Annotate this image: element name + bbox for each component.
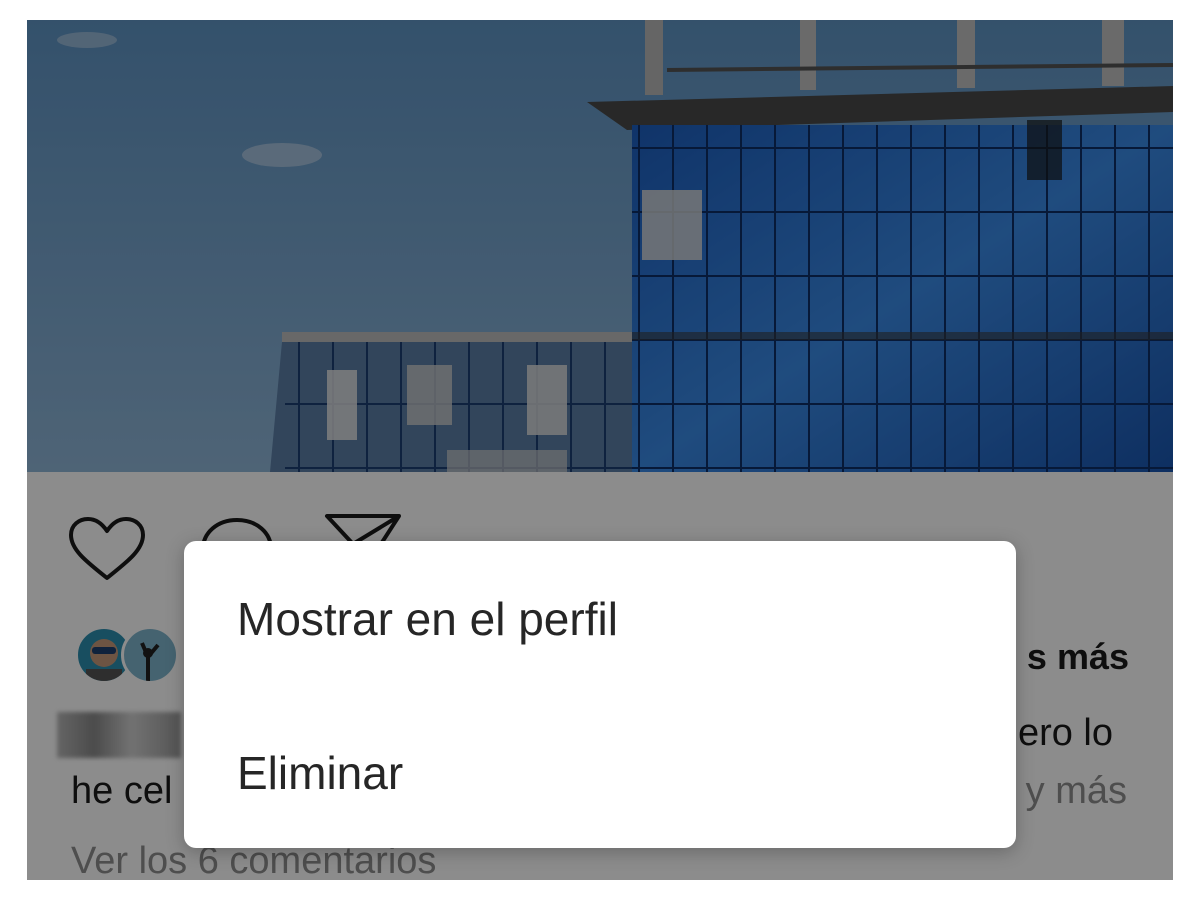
post-frame: s más ero lo he cel y más Ver los 6 come… [27,20,1173,880]
delete-button[interactable]: Eliminar [237,745,977,801]
options-dialog: Mostrar en el perfil Eliminar [184,541,1016,848]
show-on-profile-button[interactable]: Mostrar en el perfil [237,591,977,647]
